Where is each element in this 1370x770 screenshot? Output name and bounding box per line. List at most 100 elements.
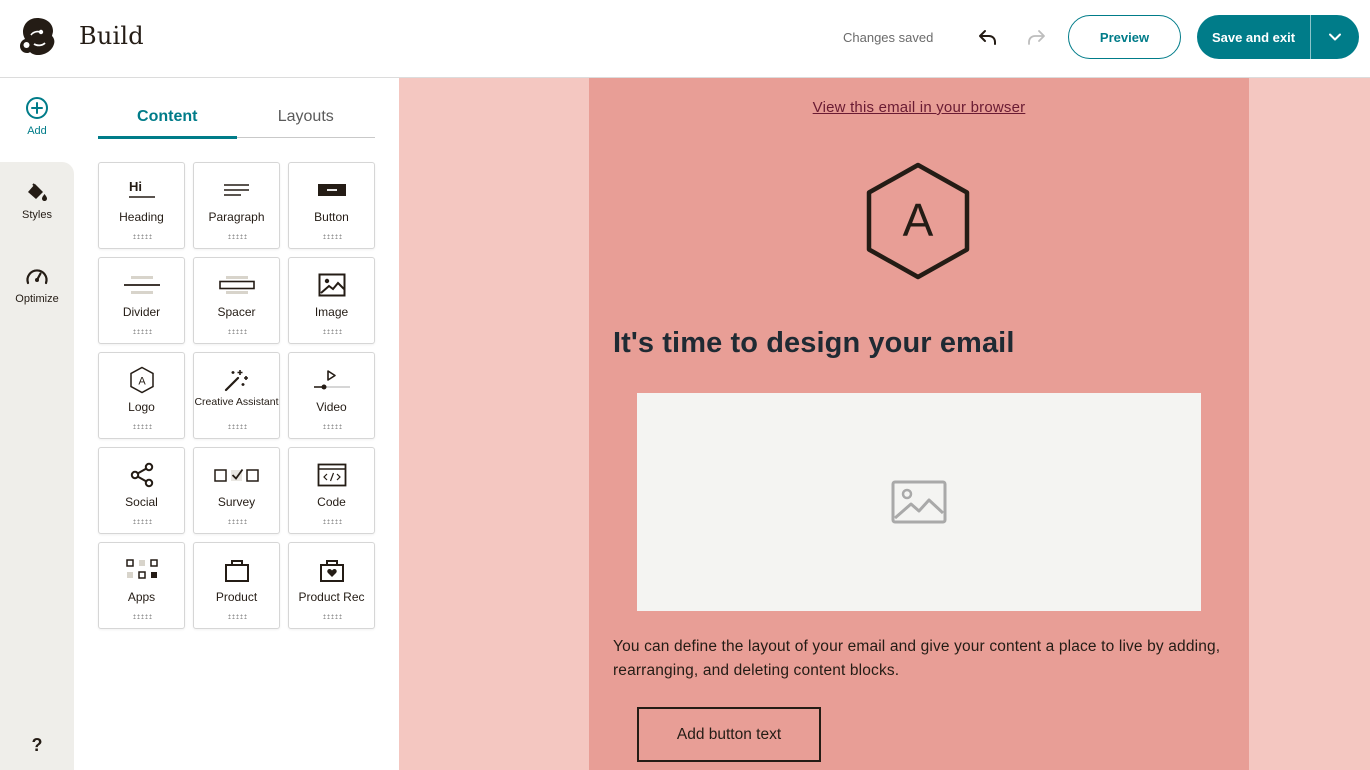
block-label: Image [314, 305, 349, 319]
redo-button[interactable] [1025, 26, 1047, 48]
drag-handle-icon [132, 614, 151, 619]
content-blocks-grid: Hi Heading Paragraph Button Divider Spac… [98, 162, 375, 629]
paragraph-icon [223, 184, 249, 196]
mailchimp-logo-icon[interactable] [18, 16, 56, 56]
rail-optimize-button[interactable]: Optimize [0, 266, 74, 305]
image-icon [318, 273, 345, 297]
drag-handle-icon [227, 329, 246, 334]
chevron-down-icon [1329, 33, 1341, 41]
save-options-dropdown[interactable] [1311, 15, 1359, 59]
page-title: Build [79, 22, 144, 50]
drag-handle-icon [227, 424, 246, 429]
rail-add-label: Add [27, 125, 47, 137]
tab-content[interactable]: Content [98, 96, 237, 139]
help-button[interactable]: ? [27, 735, 47, 757]
drag-handle-icon [227, 519, 246, 524]
video-icon [313, 370, 350, 390]
drag-handle-icon [227, 614, 246, 619]
block-label: Paragraph [208, 210, 265, 224]
svg-text:Hi: Hi [129, 179, 142, 194]
redo-icon [1028, 30, 1045, 45]
block-label: Heading [119, 210, 164, 224]
block-label: Survey [217, 495, 256, 509]
code-icon [317, 463, 346, 487]
email-body-text[interactable]: You can define the layout of your email … [613, 635, 1225, 683]
rail-add-button[interactable]: Add [0, 96, 74, 137]
apps-icon [125, 559, 158, 579]
block-label: Divider [122, 305, 161, 319]
email-logo-icon[interactable]: A [865, 162, 971, 280]
block-logo[interactable]: A Logo [98, 352, 185, 439]
block-label: Button [314, 210, 349, 224]
block-label: Apps [127, 590, 156, 604]
block-divider[interactable]: Divider [98, 257, 185, 344]
save-status-text: Changes saved [843, 30, 934, 45]
top-bar: Build Changes saved Preview Save and exi… [0, 0, 1370, 78]
email-body: View this email in your browser A It's t… [589, 78, 1249, 770]
drag-handle-icon [132, 234, 151, 239]
button-icon [317, 184, 346, 196]
block-apps[interactable]: Apps [98, 542, 185, 629]
drag-handle-icon [322, 614, 341, 619]
email-headline[interactable]: It's time to design your email [613, 327, 1014, 360]
panel-tabs: Content Layouts [98, 96, 376, 139]
divider-icon [123, 276, 160, 294]
block-code[interactable]: Code [288, 447, 375, 534]
survey-icon [213, 468, 259, 482]
rail-background [0, 162, 74, 770]
gauge-icon [26, 269, 48, 285]
block-paragraph[interactable]: Paragraph [193, 162, 280, 249]
block-heading[interactable]: Hi Heading [98, 162, 185, 249]
rail-optimize-label: Optimize [15, 293, 59, 305]
block-creative-assistant[interactable]: Creative Assistant [193, 352, 280, 439]
left-icon-rail: Add Styles Optimize ? [0, 78, 74, 770]
view-in-browser-link[interactable]: View this email in your browser [589, 99, 1249, 116]
shopping-bag-icon [224, 560, 249, 582]
drag-handle-icon [132, 424, 151, 429]
drag-handle-icon [322, 234, 341, 239]
block-social[interactable]: Social [98, 447, 185, 534]
block-label: Logo [128, 400, 155, 414]
email-cta-button[interactable]: Add button text [637, 707, 821, 762]
rail-styles-label: Styles [22, 209, 52, 221]
tab-layouts[interactable]: Layouts [237, 96, 376, 137]
rail-styles-button[interactable]: Styles [0, 182, 74, 221]
logo-icon: A [129, 366, 154, 394]
save-button-group: Save and exit [1197, 15, 1359, 59]
undo-button[interactable] [977, 26, 999, 48]
drag-handle-icon [322, 519, 341, 524]
block-label: Code [317, 495, 346, 509]
plus-circle-icon [26, 97, 48, 119]
svg-text:A: A [138, 376, 146, 388]
heart-bag-icon [319, 560, 344, 582]
email-logo-letter: A [903, 194, 934, 246]
block-label: Social [125, 495, 158, 509]
block-product-rec[interactable]: Product Rec [288, 542, 375, 629]
block-label: Product [215, 590, 258, 604]
drag-handle-icon [227, 234, 246, 239]
drag-handle-icon [132, 329, 151, 334]
content-panel: Content Layouts Hi Heading Paragraph But… [74, 78, 399, 770]
save-and-exit-button[interactable]: Save and exit [1197, 15, 1311, 59]
drag-handle-icon [132, 519, 151, 524]
block-label: Spacer [217, 305, 256, 319]
block-label: Video [316, 400, 347, 414]
image-placeholder[interactable] [637, 393, 1201, 611]
heading-icon: Hi [128, 179, 155, 198]
image-placeholder-icon [891, 480, 947, 524]
spacer-icon [218, 276, 255, 294]
block-button[interactable]: Button [288, 162, 375, 249]
block-survey[interactable]: Survey [193, 447, 280, 534]
email-canvas: View this email in your browser A It's t… [399, 78, 1370, 770]
block-spacer[interactable]: Spacer [193, 257, 280, 344]
drag-handle-icon [322, 329, 341, 334]
preview-button[interactable]: Preview [1068, 15, 1181, 59]
block-video[interactable]: Video [288, 352, 375, 439]
drag-handle-icon [322, 424, 341, 429]
block-product[interactable]: Product [193, 542, 280, 629]
undo-icon [979, 30, 996, 45]
paint-bucket-icon [28, 183, 47, 201]
share-icon [130, 462, 153, 488]
magic-wand-icon [224, 370, 248, 392]
block-image[interactable]: Image [288, 257, 375, 344]
